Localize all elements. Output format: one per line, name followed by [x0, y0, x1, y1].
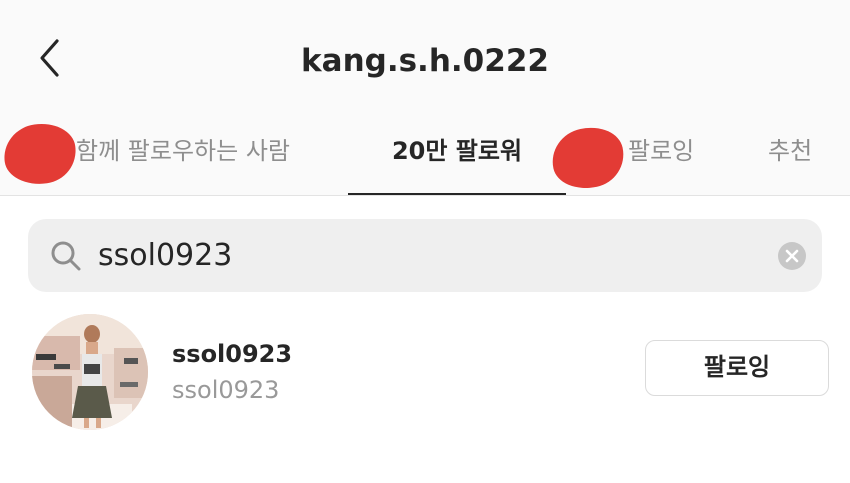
page-title: kang.s.h.0222 [301, 43, 549, 79]
clear-icon [778, 242, 806, 270]
clear-search-button[interactable] [778, 242, 806, 270]
following-button[interactable]: 팔로잉 [645, 340, 829, 396]
tab-followers[interactable]: 20만 팔로워 [348, 130, 566, 172]
tab-mutual-followers[interactable]: 함께 팔로우하는 사람 [76, 130, 290, 172]
search-icon [50, 240, 82, 272]
search-input[interactable] [98, 232, 738, 278]
tab-suggested[interactable]: 추천 [768, 130, 812, 172]
tab-following[interactable]: 팔로잉 [628, 130, 694, 172]
result-full-name: ssol0923 [172, 376, 280, 404]
active-tab-indicator [348, 193, 566, 195]
avatar[interactable] [32, 314, 148, 430]
result-username: ssol0923 [172, 340, 293, 368]
